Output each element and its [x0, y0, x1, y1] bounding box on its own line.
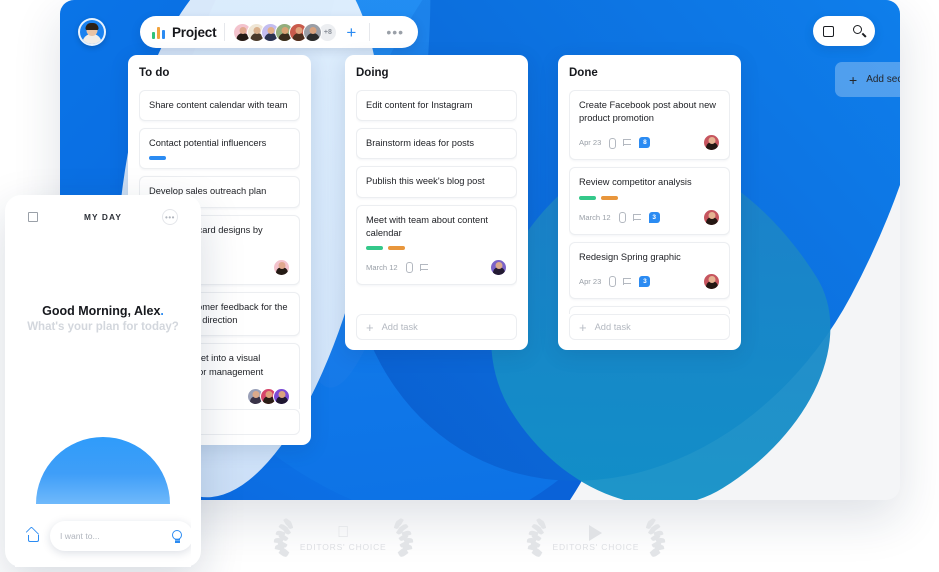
task-title: Contact potential influencers — [149, 138, 267, 149]
assignee-avatar[interactable] — [703, 134, 720, 152]
phone-greeting: Good Morning, Alex. — [15, 304, 191, 318]
comment-count-badge[interactable]: 3 — [648, 211, 660, 223]
task-meta-row: March 12 3 — [579, 208, 720, 226]
column-task-list: Edit content for Instagram Brainstorm ide… — [356, 90, 517, 314]
task-tag-row — [579, 195, 720, 200]
comment-count-badge[interactable]: 3 — [639, 275, 651, 287]
task-card[interactable]: Create Facebook post about new product p… — [569, 90, 730, 161]
column-title: Doing — [356, 67, 389, 79]
laurel-wreath-icon — [273, 517, 295, 559]
task-tag-row — [149, 156, 290, 161]
phone-greeting-block: Good Morning, Alex. What's your plan for… — [15, 304, 191, 333]
assignee-avatar[interactable] — [703, 208, 720, 226]
task-card[interactable]: Contact potential influencers — [139, 128, 300, 170]
task-tag — [579, 195, 596, 200]
avatar-head — [265, 390, 272, 398]
column-title: Done — [569, 67, 598, 79]
sun-illustration — [36, 437, 170, 504]
award-badge: EDITORS' CHOICE — [526, 517, 667, 559]
attachment-icon[interactable] — [405, 262, 413, 274]
task-tag — [149, 156, 166, 161]
task-due-date: Apr 23 — [579, 276, 602, 286]
avatar-head — [495, 261, 502, 269]
avatar-head — [708, 137, 715, 145]
attachment-icon[interactable] — [608, 137, 617, 149]
badge-content: EDITORS' CHOICE — [300, 524, 387, 552]
task-title: Brainstorm ideas for posts — [366, 138, 474, 149]
task-card[interactable]: Brainstorm ideas for posts — [356, 128, 517, 160]
task-card[interactable]: Send email to Sara about blog — [569, 305, 730, 314]
assignee-avatar[interactable] — [273, 387, 290, 405]
assignee-avatar[interactable] — [703, 272, 720, 290]
laurel-wreath-icon — [526, 517, 548, 559]
task-tag — [388, 245, 405, 250]
subtask-icon[interactable] — [632, 213, 642, 222]
phone-topbar: MY DAY ••• — [15, 200, 191, 234]
task-card[interactable]: Edit content for Instagram — [356, 90, 517, 122]
google-play-logo-icon — [589, 524, 603, 541]
avatar-head — [708, 211, 715, 219]
plus-icon: + — [579, 319, 587, 335]
task-tag — [601, 195, 618, 200]
column-title: To do — [139, 67, 170, 79]
badge-content: EDITORS' CHOICE — [553, 524, 640, 552]
avatar-head — [278, 261, 285, 269]
avatar-head — [708, 275, 715, 283]
task-title: Edit content for Instagram — [366, 100, 473, 110]
task-card[interactable]: Share content calendar with team — [139, 90, 300, 122]
badge-logo — [553, 524, 640, 541]
plus-icon: + — [366, 319, 374, 335]
task-title: Review competitor analysis — [579, 177, 692, 188]
avatar-head — [278, 390, 285, 398]
assignee-avatar[interactable] — [490, 258, 507, 276]
badge-label: EDITORS' CHOICE — [552, 542, 640, 552]
kanban-column: Done Create Facebook post about new produ… — [558, 55, 741, 350]
task-card[interactable]: Publish this week's blog post — [356, 166, 517, 198]
laurel-wreath-icon — [392, 517, 414, 559]
badge-label: EDITORS' CHOICE — [299, 542, 387, 552]
award-badges: EDITORS' CHOICEEDITORS' CHOICE — [0, 504, 939, 572]
task-due-date: Apr 23 — [579, 138, 602, 148]
task-title: Share content calendar with team — [149, 100, 288, 110]
subtask-icon[interactable] — [623, 138, 632, 147]
task-title: Meet with team about content calendar — [366, 214, 488, 238]
add-task-label: Add task — [381, 322, 418, 332]
add-task-button[interactable]: + Add task — [356, 314, 517, 340]
task-title: Publish this week's blog post — [366, 176, 485, 187]
avatar-head — [252, 390, 259, 398]
task-card[interactable]: Meet with team about content calendar Mar… — [356, 204, 517, 285]
task-meta-row: Apr 23 3 — [579, 272, 720, 290]
laurel-wreath-icon — [644, 517, 666, 559]
task-due-date: March 12 — [579, 212, 611, 222]
task-card[interactable]: Redesign Spring graphic Apr 23 3 — [569, 241, 730, 299]
task-meta-row: Apr 23 8 — [579, 134, 720, 152]
add-task-label: Add task — [594, 322, 631, 332]
apple-logo-icon:  — [337, 524, 349, 541]
phone-menu-button[interactable]: ••• — [162, 209, 178, 225]
attachment-icon[interactable] — [608, 276, 617, 288]
subtask-icon[interactable] — [623, 277, 632, 286]
subtask-icon[interactable] — [419, 263, 429, 272]
task-tag-row — [366, 245, 507, 250]
attachment-icon[interactable] — [618, 212, 626, 224]
add-task-button[interactable]: + Add task — [569, 314, 730, 340]
comment-count-badge[interactable]: 8 — [639, 137, 651, 149]
award-badge: EDITORS' CHOICE — [273, 517, 414, 559]
phone-greeting-text: Good Morning, Alex — [42, 304, 161, 318]
task-due-date: March 12 — [366, 262, 398, 272]
column-task-list: Create Facebook post about new product p… — [569, 90, 730, 314]
kanban-column: Doing Edit content for Instagram Brainstor… — [345, 55, 528, 350]
assignee-avatar[interactable] — [273, 258, 290, 276]
phone-greeting-dot: . — [160, 304, 164, 318]
task-card[interactable]: Review competitor analysis March 12 3 — [569, 167, 730, 235]
task-title: Create Facebook post about new product p… — [579, 100, 716, 124]
task-tag — [366, 245, 383, 250]
task-meta-row: March 12 — [366, 258, 507, 276]
badge-logo:  — [300, 524, 387, 541]
phone-subtitle: What's your plan for today? — [27, 321, 179, 333]
task-title: Redesign Spring graphic — [579, 251, 681, 262]
